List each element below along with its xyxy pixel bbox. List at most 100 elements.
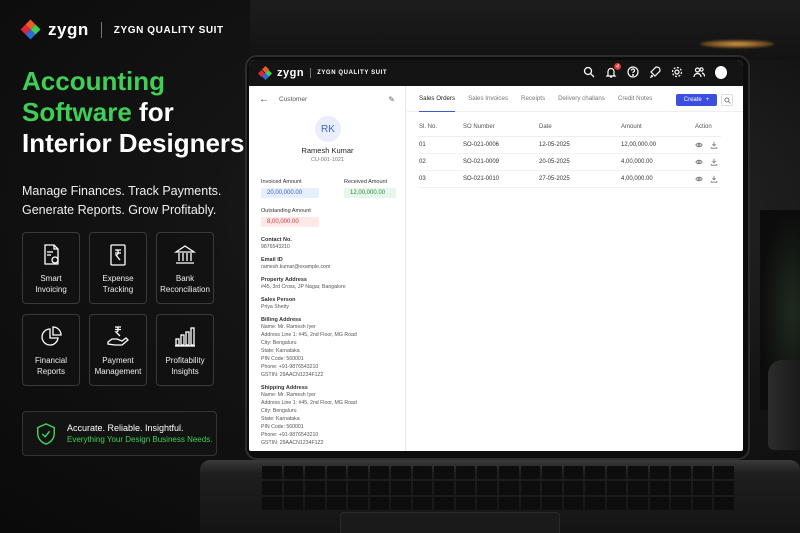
keyboard-key	[520, 466, 541, 480]
keyboard-key	[671, 496, 691, 510]
back-arrow-icon[interactable]: ←	[259, 94, 269, 105]
shield-check-icon	[37, 422, 55, 445]
detail-value: Phone: +91-9876543210	[261, 432, 319, 438]
tab-delivery-challans[interactable]: Delivery challans	[558, 86, 605, 112]
keyboard-key	[262, 496, 282, 510]
users-icon[interactable]	[693, 66, 705, 78]
received-amount: Received Amount 12,00,000.00	[344, 179, 396, 198]
transactions-panel: Sales Orders Sales Invoices Receipts Delive…	[407, 86, 743, 451]
table-cell: 02	[419, 153, 463, 171]
keyboard-key	[498, 481, 519, 495]
keyboard-key	[649, 481, 670, 495]
bell-icon[interactable]: 4	[605, 63, 621, 78]
search-icon[interactable]	[583, 66, 595, 78]
keyboard-key	[477, 466, 497, 480]
detail-value: GSTIN: 29AACN1234F1Z2	[261, 372, 324, 378]
keyboard-key	[498, 496, 519, 510]
column-header: Amount	[621, 119, 695, 137]
eye-icon[interactable]	[695, 141, 703, 149]
keyboard-key	[434, 496, 454, 510]
download-icon[interactable]	[710, 158, 718, 166]
app-screen: zygn ZYGN QUALITY SUIT 4 ← Customer ✎ RK…	[249, 60, 743, 451]
table-cell: SO-021-0006	[463, 136, 539, 154]
table-cell: 12,00,000.00	[621, 136, 695, 154]
keyboard-key	[498, 466, 519, 480]
detail-value: City: Bengaluru	[261, 408, 297, 414]
keyboard-key	[391, 466, 411, 480]
download-icon[interactable]	[710, 175, 718, 183]
customer-code: CU-001-1021	[310, 157, 345, 163]
keyboard-key	[369, 496, 390, 510]
keyboard-key	[542, 466, 562, 480]
detail-value: Phone: +91-9876543210	[261, 364, 319, 370]
rupee-receipt-icon	[110, 244, 126, 266]
tab-receipts[interactable]: Receipts	[521, 86, 545, 112]
keyboard-key	[692, 481, 713, 495]
table-row[interactable]: 02 SO-021-0009 20-05-2025 4,00,000.00	[419, 153, 721, 171]
keyboard-key	[671, 466, 691, 480]
feature-bank-reconciliation: Bank Reconciliation	[156, 232, 214, 304]
keyboard-key	[628, 481, 648, 495]
eye-icon[interactable]	[695, 158, 703, 166]
rocket-icon[interactable]	[649, 66, 661, 78]
outstanding-amount-value: 8,00,000.00	[261, 217, 319, 227]
laptop-keyboard	[262, 466, 734, 510]
detail-label: Contact No.	[261, 237, 292, 243]
detail-value: 9876543210	[261, 244, 290, 250]
headline-line-3: Interior Designers	[22, 128, 245, 158]
keyboard-key	[305, 466, 325, 480]
download-icon[interactable]	[710, 141, 718, 149]
create-button[interactable]: Create +	[676, 94, 717, 106]
column-header: Date	[539, 119, 621, 137]
detail-value: Name: Mr. Ramesh Iyer	[261, 324, 316, 330]
customer-name: Ramesh Kumar	[301, 146, 354, 155]
customer-detail: Sales Person Priya Shetty	[261, 297, 401, 311]
detail-value: State: Karnataka	[261, 416, 300, 422]
keyboard-key	[714, 481, 734, 495]
row-actions	[695, 170, 721, 188]
detail-value: Address Line 1: #45, 2nd Floor, MG Road	[261, 332, 357, 338]
detail-label: Billing Address	[261, 317, 302, 323]
row-actions	[695, 153, 721, 171]
keyboard-key	[477, 481, 497, 495]
brand-divider	[100, 22, 102, 38]
detail-value: State: Karnataka	[261, 348, 300, 354]
keyboard-key	[585, 496, 605, 510]
profile-avatar[interactable]	[715, 65, 727, 79]
tab-sales-orders[interactable]: Sales Orders	[419, 86, 456, 112]
gear-icon[interactable]	[671, 66, 683, 78]
zygn-logo-icon	[20, 19, 41, 40]
detail-value: Name: Mr. Ramesh Iyer	[261, 392, 316, 398]
customer-detail: Email ID ramesh.kumar@example.com	[261, 257, 401, 271]
table-row[interactable]: 01 SO-021-0006 12-05-2025 12,00,000.00	[419, 136, 721, 154]
keyboard-key	[585, 466, 605, 480]
table-row[interactable]: 03 SO-021-0010 27-05-2025 4,00,000.00	[419, 170, 721, 188]
customer-panel: ← Customer ✎ RK Ramesh Kumar CU-001-1021…	[249, 86, 406, 451]
keyboard-key	[455, 481, 476, 495]
keyboard-key	[563, 466, 584, 480]
received-amount-value: 12,00,000.00	[344, 188, 396, 198]
eye-icon[interactable]	[695, 175, 703, 183]
brand-name: zygn	[48, 20, 89, 39]
table-search-button[interactable]	[721, 94, 733, 106]
keyboard-key	[326, 466, 347, 480]
keyboard-key	[628, 496, 648, 510]
tab-sales-invoices[interactable]: Sales Invoices	[468, 86, 508, 112]
table-cell: 4,00,000.00	[621, 170, 695, 188]
keyboard-key	[542, 496, 562, 510]
sales-orders-table: Sl. No. SO Number Date Amount Action 01 SO-02…	[419, 119, 721, 188]
app-brand-divider	[310, 68, 312, 78]
customer-detail: Billing Address Name: Mr. Ramesh Iyer Addr…	[261, 317, 401, 379]
promise-sub: Everything Your Design Business Needs.	[67, 435, 213, 444]
keyboard-key	[283, 466, 304, 480]
help-icon[interactable]	[627, 66, 639, 78]
customer-avatar: RK	[315, 116, 341, 142]
customer-detail: Contact No. 9876543210	[261, 237, 401, 251]
promise-banner: Accurate. Reliable. Insightful. Everythi…	[22, 411, 217, 456]
keyboard-key	[369, 481, 390, 495]
tab-credit-notes[interactable]: Credit Notes	[618, 86, 652, 112]
pie-chart-icon	[41, 326, 62, 346]
keyboard-key	[649, 496, 670, 510]
edit-icon[interactable]: ✎	[388, 95, 395, 104]
table-header-row: Sl. No. SO Number Date Amount Action	[419, 119, 721, 137]
